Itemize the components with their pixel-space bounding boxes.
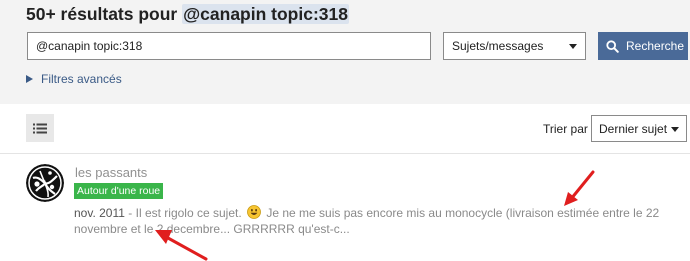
list-view-button[interactable] <box>26 114 54 142</box>
divider <box>0 153 690 154</box>
search-header: 50+ résultats pour @canapin topic:318 Su… <box>0 0 690 104</box>
result-author-link[interactable]: les passants <box>75 165 147 180</box>
excerpt-separator: - <box>124 206 136 220</box>
chevron-down-icon <box>569 44 577 49</box>
page-title: 50+ résultats pour @canapin topic:318 <box>26 4 349 25</box>
search-button[interactable]: Recherche <box>598 32 688 60</box>
avatar[interactable] <box>26 164 64 202</box>
title-prefix: 50+ résultats pour <box>26 4 183 24</box>
advanced-filters-label: Filtres avancés <box>41 72 122 86</box>
red-arrow-annotation <box>155 230 208 261</box>
search-input[interactable] <box>27 32 431 60</box>
sort-value: Dernier sujet <box>599 121 668 136</box>
advanced-filters-toggle[interactable]: Filtres avancés <box>26 72 122 86</box>
sort-select[interactable]: Dernier sujet <box>591 115 687 142</box>
category-badge[interactable]: Autour d'une roue <box>74 183 164 199</box>
caret-right-icon <box>26 75 33 83</box>
search-scope-value: Sujets/messages <box>452 39 544 53</box>
result-date: nov. 2011 <box>74 206 125 220</box>
list-view-icon <box>33 123 47 133</box>
smiley-emoji-icon <box>247 205 261 219</box>
excerpt-text-start: Il est rigolo ce sujet. <box>135 206 245 220</box>
red-arrow-annotation <box>564 170 595 206</box>
sort-label: Trier par <box>543 122 588 136</box>
title-query: @canapin topic:318 <box>182 4 349 24</box>
search-button-label: Recherche <box>626 39 685 53</box>
search-icon <box>606 39 619 53</box>
avatar-image <box>26 164 64 202</box>
search-scope-select[interactable]: Sujets/messages <box>443 32 586 60</box>
chevron-down-icon <box>671 127 679 132</box>
